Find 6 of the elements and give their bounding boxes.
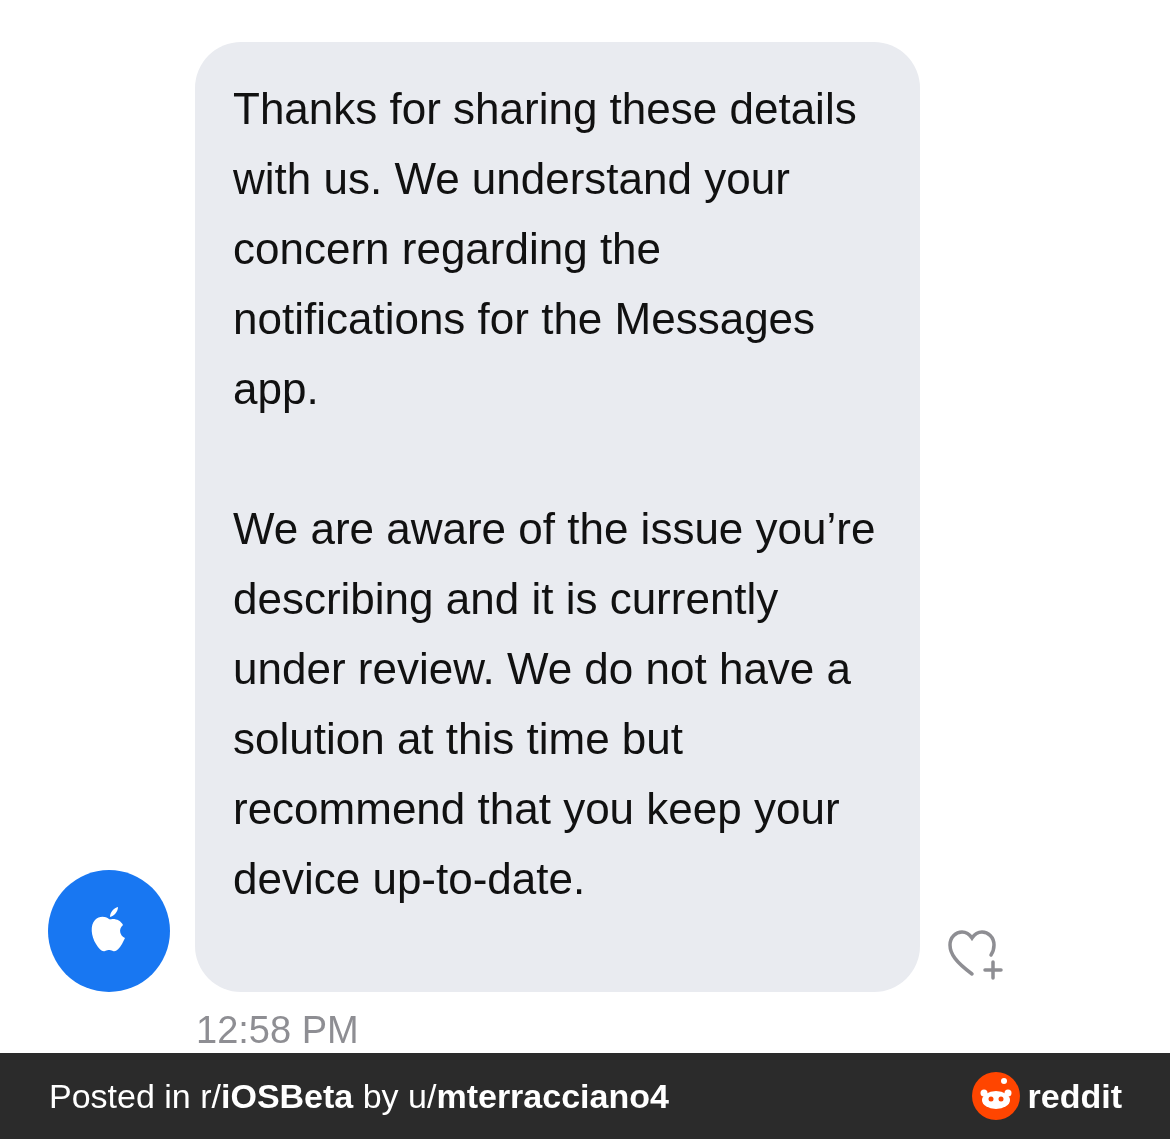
message-paragraph: Thanks for sharing these details with us. We understand your concern regarding the notifications for the Messages app. xyxy=(233,83,858,415)
brand-name: reddit xyxy=(1027,1075,1122,1117)
post-caption: Posted in r/iOSBeta by u/mterracciano4 xyxy=(49,1075,669,1117)
reddit-logo-icon xyxy=(971,1072,1020,1120)
timestamp: 12:58 PM xyxy=(196,1008,359,1052)
message-paragraph: We are aware of the issue you’re describing and it is currently under review. We do not have a solution at this time but recommend that you keep your device up-to-date. xyxy=(233,503,877,905)
